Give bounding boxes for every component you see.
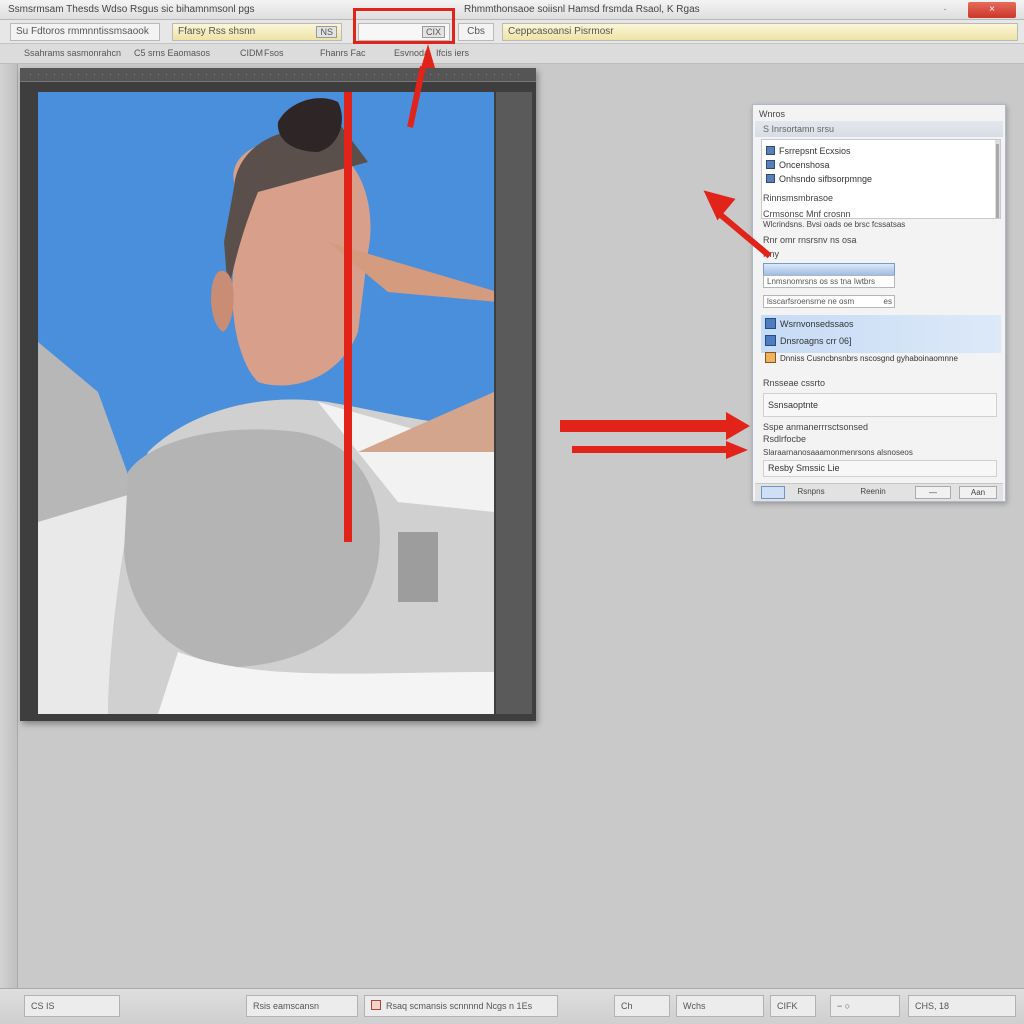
toolbar-field-2[interactable]: Ffarsy Rss shsnn NS	[172, 23, 342, 41]
list-item[interactable]: Fsrrepsnt Ecxsios	[766, 146, 851, 159]
toolbar-field-4[interactable]: Cbs	[458, 23, 494, 41]
section-label-1: Rinnsmsmbrasoe	[763, 193, 834, 203]
image-icon	[371, 1000, 381, 1010]
minimize-button[interactable]: ·	[930, 2, 960, 18]
panel-title: Wnros	[759, 109, 786, 119]
panel-subheader: S Inrsortamn srsu	[755, 121, 1003, 137]
secondary-toolbar: Ssahrams sasmonrahcn C5 srns Eaomasos CI…	[0, 44, 1024, 64]
status-item-8[interactable]: CHS, 18	[908, 995, 1016, 1017]
canvas-image[interactable]	[38, 92, 494, 714]
status-item-6[interactable]: CIFK	[770, 995, 816, 1017]
toolbar2-item-3[interactable]: CIDM	[240, 48, 263, 58]
selected-row-1[interactable]: Wsrnvonsedssaos	[765, 316, 997, 332]
footer-button-4[interactable]: Aan	[959, 486, 997, 499]
footer-button-1[interactable]: Rsnpns	[791, 486, 831, 499]
status-item-4[interactable]: Ch	[614, 995, 670, 1017]
list-item[interactable]: Oncenshosa	[766, 160, 830, 173]
toolbar-field-1[interactable]: Su Fdtoros rmmnntissmsaook	[10, 23, 160, 41]
toolbar2-item-7[interactable]: Ifcis iers	[436, 48, 469, 58]
status-item-5[interactable]: Wchs	[676, 995, 764, 1017]
text-field-1[interactable]: Lnmsnomrsns os ss tna Iwtbrs	[763, 275, 895, 288]
layer-icon	[765, 318, 776, 329]
horizontal-ruler	[20, 68, 536, 82]
window-title: Ssmsrmsam Thesds Wdso Rsgus sic bihamnms…	[8, 4, 255, 15]
text-field-2-value: es	[883, 297, 892, 306]
panel-heading: Sspe anmanerrrsctsonsed	[763, 422, 869, 432]
toolbar-field-5[interactable]: Ceppcasoansi Pisrmosr	[502, 23, 1018, 41]
status-item-1[interactable]: CS IS	[24, 995, 120, 1017]
footer-button-3[interactable]: —	[915, 486, 951, 499]
portrait-image	[38, 92, 494, 714]
annotation-highlight-box	[353, 8, 455, 44]
panel-list[interactable]: Fsrrepsnt Ecxsios Oncenshosa Onhsndo sif…	[761, 139, 1001, 219]
item-icon	[766, 174, 775, 183]
toolbar2-item-2[interactable]: C5 srns Eaomasos	[134, 48, 210, 58]
selected-row-2[interactable]: Dnsroagns crr 06]	[765, 333, 997, 349]
properties-panel: Wnros S Inrsortamn srsu Fsrrepsnt Ecxsio…	[752, 104, 1006, 502]
status-item-2[interactable]: Rsis eamscansn	[246, 995, 358, 1017]
status-item-7[interactable]: − ○	[830, 995, 900, 1017]
panel-long-line: Slaraarnanosaaamonmenrsons alsnoseos	[763, 448, 913, 457]
list-item[interactable]: Onhsndo sifbsorpmnge	[766, 174, 872, 187]
status-item-3[interactable]: Rsaq scmansis scnnnnd Ncgs n 1Es	[364, 995, 558, 1017]
folder-icon	[765, 352, 776, 363]
window-subtitle: Rhmmthonsaoe soiisnl Hamsd frsmda Rsaol,…	[464, 4, 700, 15]
option-2[interactable]: Wlcrindsns. Bvsi oads oe brsc fcssatsas	[763, 220, 905, 229]
panel-footer: Rsnpns Reenin — Aan	[755, 483, 1003, 501]
panel-combo[interactable]: Resby Smssic Lie	[763, 460, 997, 477]
title-bar: Ssmsrmsam Thesds Wdso Rsgus sic bihamnms…	[0, 0, 1024, 20]
section-label-3: Rnsseae cssrto	[763, 378, 826, 388]
toolbar-field-2-button[interactable]: NS	[316, 26, 337, 38]
panel-subheading: Rsdlrfocbe	[763, 434, 807, 444]
option-1[interactable]: Crmsonsc Mnf crosnn	[763, 209, 851, 219]
panel-box-1[interactable]: Ssnsaoptnte	[763, 393, 997, 417]
close-button[interactable]: ×	[968, 2, 1016, 18]
text-field-2[interactable]: lsscarfsroensrne ne osm es	[763, 295, 895, 308]
toolbar2-item-4[interactable]: Fsos	[264, 48, 284, 58]
row-3[interactable]: Dnniss Cusncbnsnbrs nscosgnd gyhaboinaom…	[765, 351, 997, 367]
footer-button-2[interactable]: Reenin	[851, 486, 895, 499]
main-toolbar: Su Fdtoros rmmnntissmsaook Ffarsy Rss sh…	[0, 20, 1024, 44]
toolbar2-item-1[interactable]: Ssahrams sasmonrahcn	[24, 48, 121, 58]
left-frame	[0, 64, 18, 988]
toolbar-field-2-text: Ffarsy Rss shsnn	[178, 26, 256, 37]
item-icon	[766, 160, 775, 169]
footer-swatch-button[interactable]	[761, 486, 785, 499]
list-scrollbar[interactable]	[995, 140, 1000, 218]
layer-icon	[765, 335, 776, 346]
item-icon	[766, 146, 775, 155]
status-bar: CS IS Rsis eamscansn Rsaq scmansis scnnn…	[0, 988, 1024, 1024]
document-side-strip	[496, 92, 532, 714]
section-label-2: Rnr omr rnsrsnv ns osa	[763, 235, 857, 245]
toolbar2-item-5[interactable]: Fhanrs Fac	[320, 48, 366, 58]
document-window	[20, 68, 536, 721]
